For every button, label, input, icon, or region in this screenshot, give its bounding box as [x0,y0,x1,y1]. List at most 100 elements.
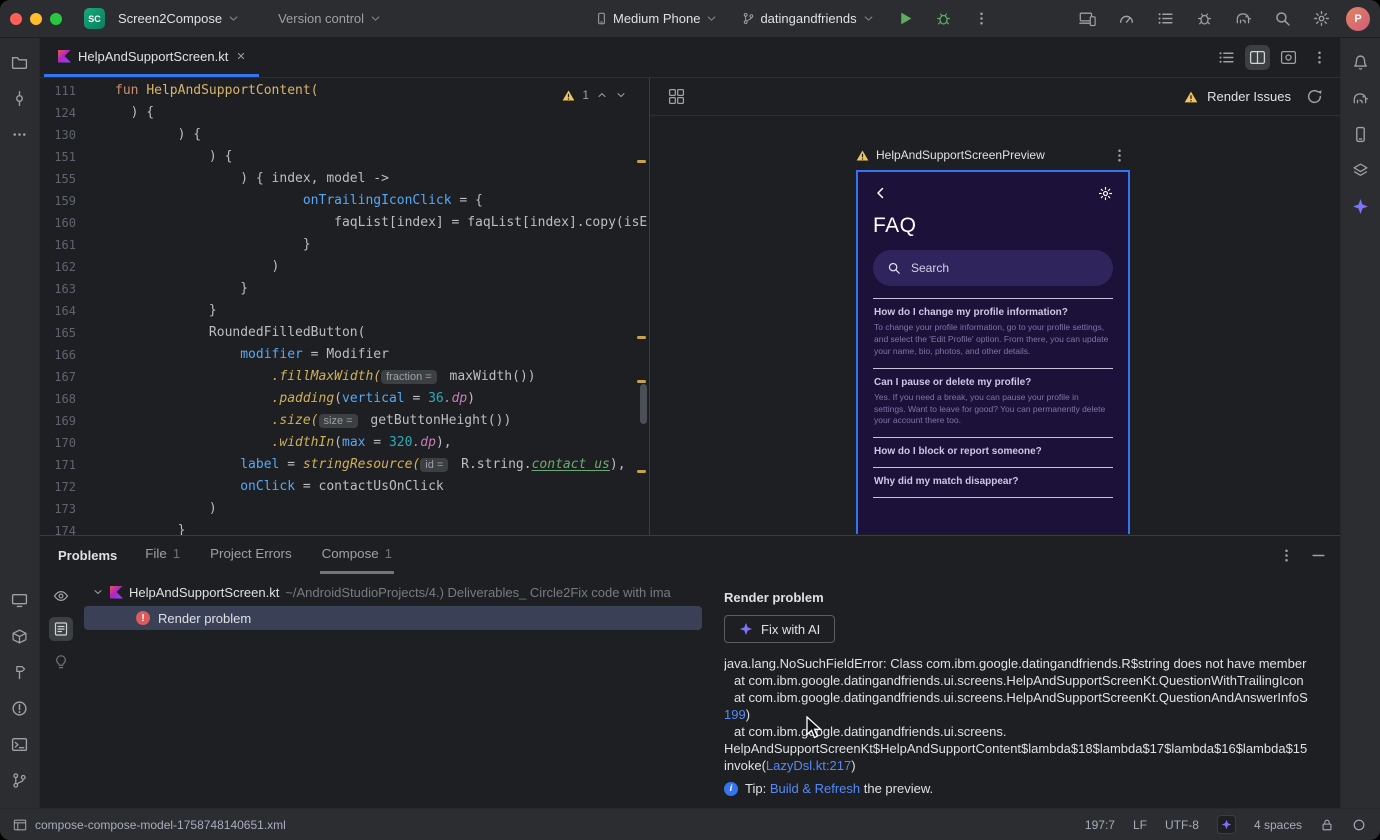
line-number[interactable]: 161 [40,234,90,256]
user-avatar[interactable]: P [1346,6,1370,31]
code-line-text[interactable]: .size(size = getButtonHeight()) [90,410,511,432]
caret-position[interactable]: 197:7 [1085,818,1115,832]
project-tool-button[interactable] [6,48,34,76]
warning-stripe-mark[interactable] [637,380,646,383]
tab-file[interactable]: File 1 [143,536,182,574]
minimize-window-button[interactable] [30,12,42,25]
line-number[interactable]: 168 [40,388,90,410]
line-number[interactable]: 166 [40,344,90,366]
line-number[interactable]: 169 [40,410,90,432]
commit-tool-button[interactable] [6,84,34,112]
line-number[interactable]: 111 [40,80,90,102]
code-line-text[interactable]: ) [90,256,280,278]
prev-warning-icon[interactable] [596,89,608,101]
code-line-text[interactable]: .fillMaxWidth(fraction = maxWidth()) [90,366,536,388]
line-number[interactable]: 124 [40,102,90,124]
gradle-sync-button[interactable] [1229,5,1257,33]
editor-options-button[interactable] [1307,45,1332,70]
warning-stripe-mark[interactable] [637,160,646,163]
logcat-tool-button[interactable] [6,586,34,614]
code-mode-button[interactable] [1214,45,1239,70]
preview-problems-button[interactable] [49,584,73,608]
code-line-text[interactable]: onTrailingIconClick = { [90,190,483,212]
line-number[interactable]: 155 [40,168,90,190]
version-control-menu[interactable]: Version control [271,7,389,30]
code-line-text[interactable]: ) { index, model -> [90,168,389,190]
design-mode-button[interactable] [1276,45,1301,70]
split-mode-button[interactable] [1245,45,1270,70]
build-tool-button[interactable] [6,658,34,686]
version-control-tool-button[interactable] [6,766,34,794]
code-line-text[interactable]: } [90,300,217,322]
notifications-button[interactable] [1347,48,1375,76]
line-number[interactable]: 165 [40,322,90,344]
terminal-tool-button[interactable] [6,730,34,758]
line-number[interactable]: 130 [40,124,90,146]
code-line-text[interactable]: faqList[index] = faqList[index].copy(isE [90,212,647,234]
code-line-text[interactable]: .widthIn(max = 320.dp), [90,432,452,454]
line-number[interactable]: 160 [40,212,90,234]
details-view-button[interactable] [49,617,73,641]
tab-project-errors[interactable]: Project Errors [208,536,293,574]
file-encoding[interactable]: UTF-8 [1165,818,1199,832]
app-inspection-tool-button[interactable] [6,622,34,650]
phone-preview[interactable]: FAQ Search How do I change my profile in… [856,170,1130,534]
warning-stripe-mark[interactable] [637,470,646,473]
line-number[interactable]: 172 [40,476,90,498]
search-everywhere-button[interactable] [1268,5,1296,33]
tab-close-icon[interactable] [235,50,247,62]
code-line-text[interactable]: ) { [90,146,232,168]
code-line-text[interactable]: fun HelpAndSupportContent( [90,80,319,102]
fix-with-ai-button[interactable]: Fix with AI [724,615,836,643]
tab-compose[interactable]: Compose 1 [319,536,395,574]
line-number[interactable]: 170 [40,432,90,454]
editor-scrollbar[interactable] [640,384,647,424]
hide-panel-button[interactable] [1306,543,1330,567]
stack-link[interactable]: 199 [724,707,746,722]
warning-stripe-mark[interactable] [637,336,646,339]
code-line-text[interactable]: ) [90,498,217,520]
preview-name[interactable]: HelpAndSupportScreenPreview [876,148,1045,162]
gemini-button[interactable] [1347,192,1375,220]
preview-menu-button[interactable] [1108,144,1130,166]
bug-report-button[interactable] [1190,5,1218,33]
settings-button[interactable] [1307,5,1335,33]
profiler-button[interactable] [1112,5,1140,33]
line-number[interactable]: 171 [40,454,90,476]
code-line-text[interactable]: .padding(vertical = 36.dp) [90,388,476,410]
quick-fix-button[interactable] [49,650,73,674]
indent-setting[interactable]: 4 spaces [1254,818,1302,832]
device-manager-button[interactable] [1347,120,1375,148]
line-number[interactable]: 151 [40,146,90,168]
status-file-name[interactable]: compose-compose-model-1758748140651.xml [35,818,286,832]
inspection-widget[interactable]: 1 [556,86,633,104]
line-number[interactable]: 163 [40,278,90,300]
code-line-text[interactable]: label = stringResource(id = R.string.con… [90,454,626,476]
line-number[interactable]: 159 [40,190,90,212]
line-number[interactable]: 162 [40,256,90,278]
zoom-window-button[interactable] [50,12,62,25]
run-button[interactable] [892,5,920,33]
code-line-text[interactable]: modifier = Modifier [90,344,389,366]
code-line-text[interactable]: } [90,234,311,256]
panel-options-button[interactable] [1274,543,1298,567]
gradle-tool-button[interactable] [1347,84,1375,112]
next-warning-icon[interactable] [615,89,627,101]
stack-link[interactable]: LazyDsl.kt:217 [766,758,851,773]
code-line-text[interactable]: RoundedFilledButton( [90,322,366,344]
todo-list-button[interactable] [1151,5,1179,33]
render-issues-label[interactable]: Render Issues [1207,89,1291,104]
running-devices-button[interactable] [1347,156,1375,184]
device-mirroring-button[interactable] [1073,5,1101,33]
code-line-text[interactable]: onClick = contactUsOnClick [90,476,444,498]
problem-row-selected[interactable]: ! Render problem [84,606,702,630]
preview-layout-button[interactable] [662,83,690,111]
more-actions-button[interactable] [968,5,996,33]
build-refresh-button[interactable] [1300,83,1328,111]
code-line-text[interactable]: ) { [90,102,154,124]
run-config-selector[interactable]: datingandfriends [735,7,881,30]
line-ending[interactable]: LF [1133,818,1147,832]
line-number[interactable]: 173 [40,498,90,520]
line-number[interactable]: 167 [40,366,90,388]
line-number[interactable]: 164 [40,300,90,322]
